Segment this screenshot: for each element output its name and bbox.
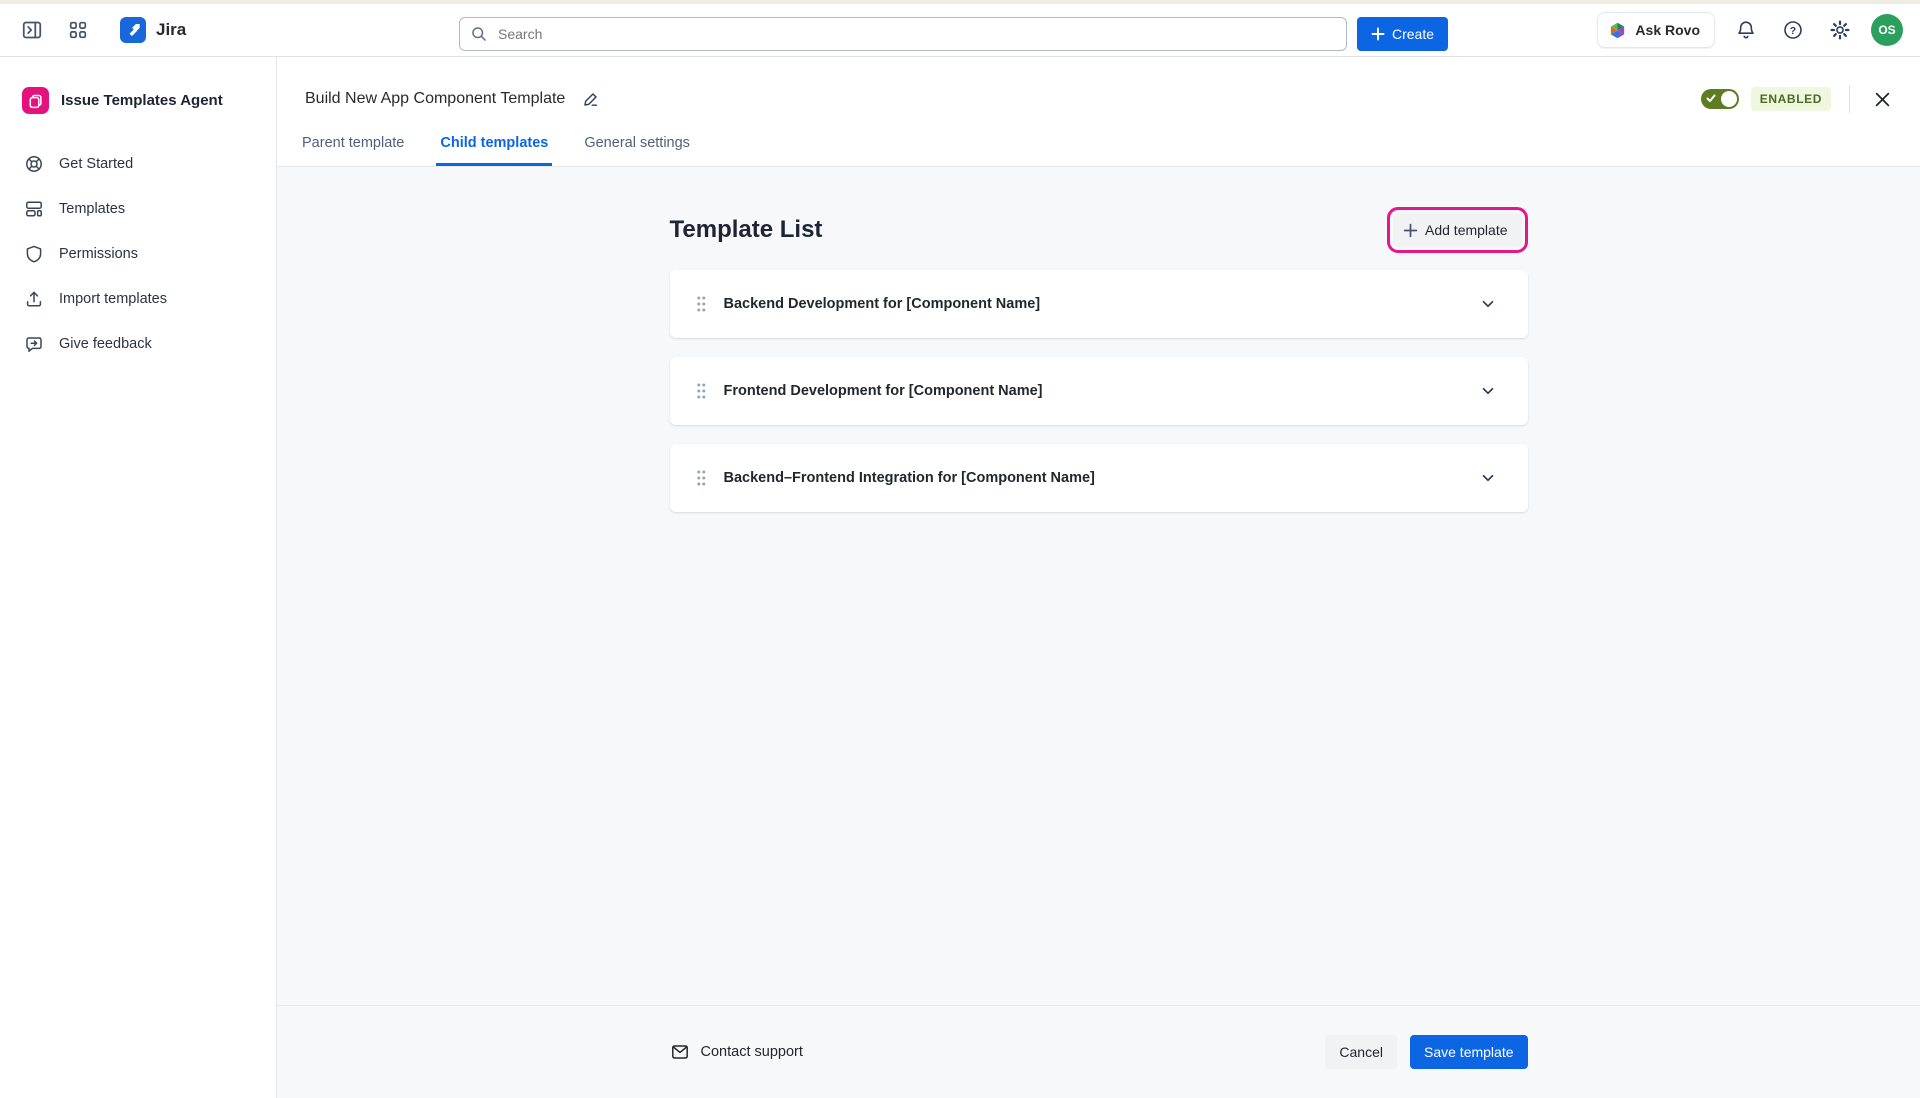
sidebar-item-label: Templates — [59, 201, 125, 217]
search-icon — [470, 25, 488, 43]
editor-footer: Contact support Cancel Save template — [277, 1005, 1920, 1098]
user-avatar[interactable]: OS — [1871, 14, 1903, 46]
expand-template-button[interactable] — [1474, 464, 1502, 492]
jira-home-link[interactable]: Jira — [120, 17, 186, 43]
expand-sidebar-button[interactable] — [16, 14, 48, 46]
shield-icon — [24, 244, 44, 264]
sidebar-item-import-templates[interactable]: Import templates — [0, 276, 276, 321]
notifications-button[interactable] — [1730, 14, 1762, 46]
plus-icon — [1371, 27, 1385, 41]
help-button[interactable]: ? — [1777, 14, 1809, 46]
app-name: Jira — [156, 20, 186, 40]
sidebar-item-permissions[interactable]: Permissions — [0, 231, 276, 276]
sidebar-item-label: Give feedback — [59, 336, 152, 352]
top-navigation-bar: Jira Create — [0, 4, 1920, 57]
sidebar-item-templates[interactable]: Templates — [0, 186, 276, 231]
template-row[interactable]: Backend Development for [Component Name] — [670, 270, 1528, 338]
expand-template-button[interactable] — [1474, 377, 1502, 405]
header-divider — [1849, 85, 1850, 113]
create-button[interactable]: Create — [1357, 17, 1448, 51]
expand-sidebar-icon — [21, 19, 43, 41]
toggle-knob — [1721, 91, 1737, 107]
sidebar-item-get-started[interactable]: Get Started — [0, 141, 276, 186]
chevron-down-icon — [1479, 469, 1497, 487]
chevron-down-icon — [1479, 382, 1497, 400]
sidebar-nav: Get Started Templates Permissions — [0, 141, 276, 366]
create-button-label: Create — [1392, 26, 1434, 42]
gear-icon — [1829, 19, 1851, 41]
ask-rovo-label: Ask Rovo — [1635, 22, 1700, 38]
svg-text:?: ? — [1790, 25, 1796, 37]
feedback-icon — [24, 334, 44, 354]
add-template-label: Add template — [1425, 222, 1508, 238]
help-icon: ? — [1782, 19, 1804, 41]
tab-parent-template[interactable]: Parent template — [298, 135, 408, 166]
settings-button[interactable] — [1824, 14, 1856, 46]
bell-icon — [1735, 19, 1757, 41]
plus-icon — [1403, 223, 1418, 238]
status-badge: ENABLED — [1751, 87, 1831, 111]
drag-handle-icon[interactable] — [694, 294, 708, 314]
templates-icon — [24, 199, 44, 219]
add-template-button[interactable]: Add template — [1393, 213, 1522, 247]
rovo-icon — [1608, 21, 1627, 40]
add-template-highlight-ring: Add template — [1387, 207, 1528, 253]
contact-support-link[interactable]: Contact support — [670, 1042, 803, 1062]
page-title: Build New App Component Template — [305, 90, 565, 108]
app-grid-icon — [68, 20, 88, 40]
template-editor-header: Build New App Component Template ENABLED — [277, 57, 1920, 167]
drag-handle-icon[interactable] — [694, 468, 708, 488]
save-template-button[interactable]: Save template — [1410, 1035, 1528, 1069]
tab-child-templates[interactable]: Child templates — [436, 135, 552, 166]
template-row[interactable]: Frontend Development for [Component Name… — [670, 357, 1528, 425]
main-panel: Build New App Component Template ENABLED — [277, 57, 1920, 1098]
section-title: Template List — [670, 216, 823, 244]
lifebuoy-icon — [24, 154, 44, 174]
sidebar-item-label: Get Started — [59, 156, 133, 172]
cancel-button[interactable]: Cancel — [1325, 1035, 1397, 1069]
check-icon — [1705, 92, 1717, 104]
template-row[interactable]: Backend–Frontend Integration for [Compon… — [670, 444, 1528, 512]
expand-template-button[interactable] — [1474, 290, 1502, 318]
drag-handle-icon[interactable] — [694, 381, 708, 401]
sidebar-item-label: Permissions — [59, 246, 138, 262]
template-title: Backend–Frontend Integration for [Compon… — [724, 470, 1474, 486]
template-title: Frontend Development for [Component Name… — [724, 383, 1474, 399]
issue-templates-agent-icon — [22, 87, 49, 114]
ask-rovo-button[interactable]: Ask Rovo — [1597, 12, 1715, 48]
upload-icon — [24, 289, 44, 309]
sidebar-item-label: Import templates — [59, 291, 167, 307]
global-search — [459, 17, 1347, 51]
child-templates-content: Template List Add template — [277, 168, 1920, 1005]
jira-logo-icon — [120, 17, 146, 43]
sidebar-app-title: Issue Templates Agent — [61, 92, 223, 109]
close-button[interactable] — [1868, 85, 1896, 113]
template-title: Backend Development for [Component Name] — [724, 296, 1474, 312]
sidebar-item-give-feedback[interactable]: Give feedback — [0, 321, 276, 366]
app-switcher-button[interactable] — [62, 14, 94, 46]
sidebar-app-header[interactable]: Issue Templates Agent — [0, 57, 276, 114]
app-sidebar: Issue Templates Agent Get Started — [0, 57, 277, 1098]
pencil-icon — [581, 90, 600, 109]
close-icon — [1874, 91, 1891, 108]
enabled-toggle[interactable] — [1701, 89, 1739, 109]
chevron-down-icon — [1479, 295, 1497, 313]
mail-icon — [670, 1042, 690, 1062]
tab-bar: Parent template Child templates General … — [298, 135, 694, 166]
search-input[interactable] — [459, 17, 1347, 51]
tab-general-settings[interactable]: General settings — [580, 135, 694, 166]
edit-title-button[interactable] — [577, 86, 603, 112]
contact-support-label: Contact support — [701, 1044, 803, 1060]
